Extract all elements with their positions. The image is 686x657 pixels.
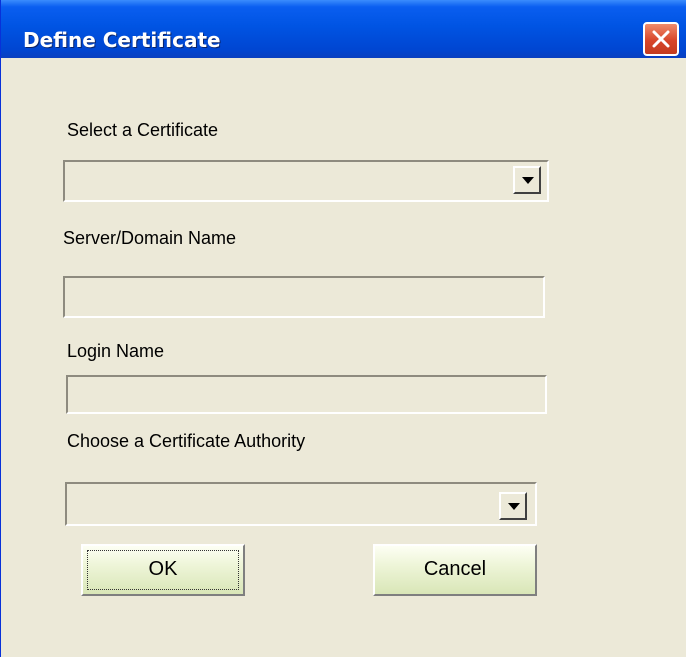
login-name-label: Login Name	[67, 341, 165, 361]
ok-button[interactable]: OK	[81, 544, 245, 596]
close-button[interactable]	[643, 22, 679, 56]
select-certificate-dropdown-button[interactable]	[513, 166, 541, 194]
select-certificate-label: Select a Certificate	[67, 120, 219, 140]
certificate-authority-dropdown[interactable]	[65, 482, 537, 526]
certificate-authority-label: Choose a Certificate Authority	[67, 431, 306, 451]
title-bar[interactable]: Define Certificate	[1, 0, 686, 58]
chevron-down-icon	[508, 503, 520, 510]
chevron-down-icon	[522, 177, 534, 184]
window-title: Define Certificate	[23, 28, 221, 52]
server-domain-name-field[interactable]	[63, 276, 545, 318]
select-certificate-dropdown[interactable]	[63, 160, 549, 202]
close-icon	[652, 30, 670, 48]
login-name-field[interactable]	[66, 375, 547, 414]
cancel-button[interactable]: Cancel	[373, 544, 537, 596]
define-certificate-dialog: Define Certificate Select a Certificate …	[0, 0, 686, 657]
certificate-authority-dropdown-button[interactable]	[499, 492, 527, 520]
server-domain-name-label: Server/Domain Name	[63, 228, 237, 248]
